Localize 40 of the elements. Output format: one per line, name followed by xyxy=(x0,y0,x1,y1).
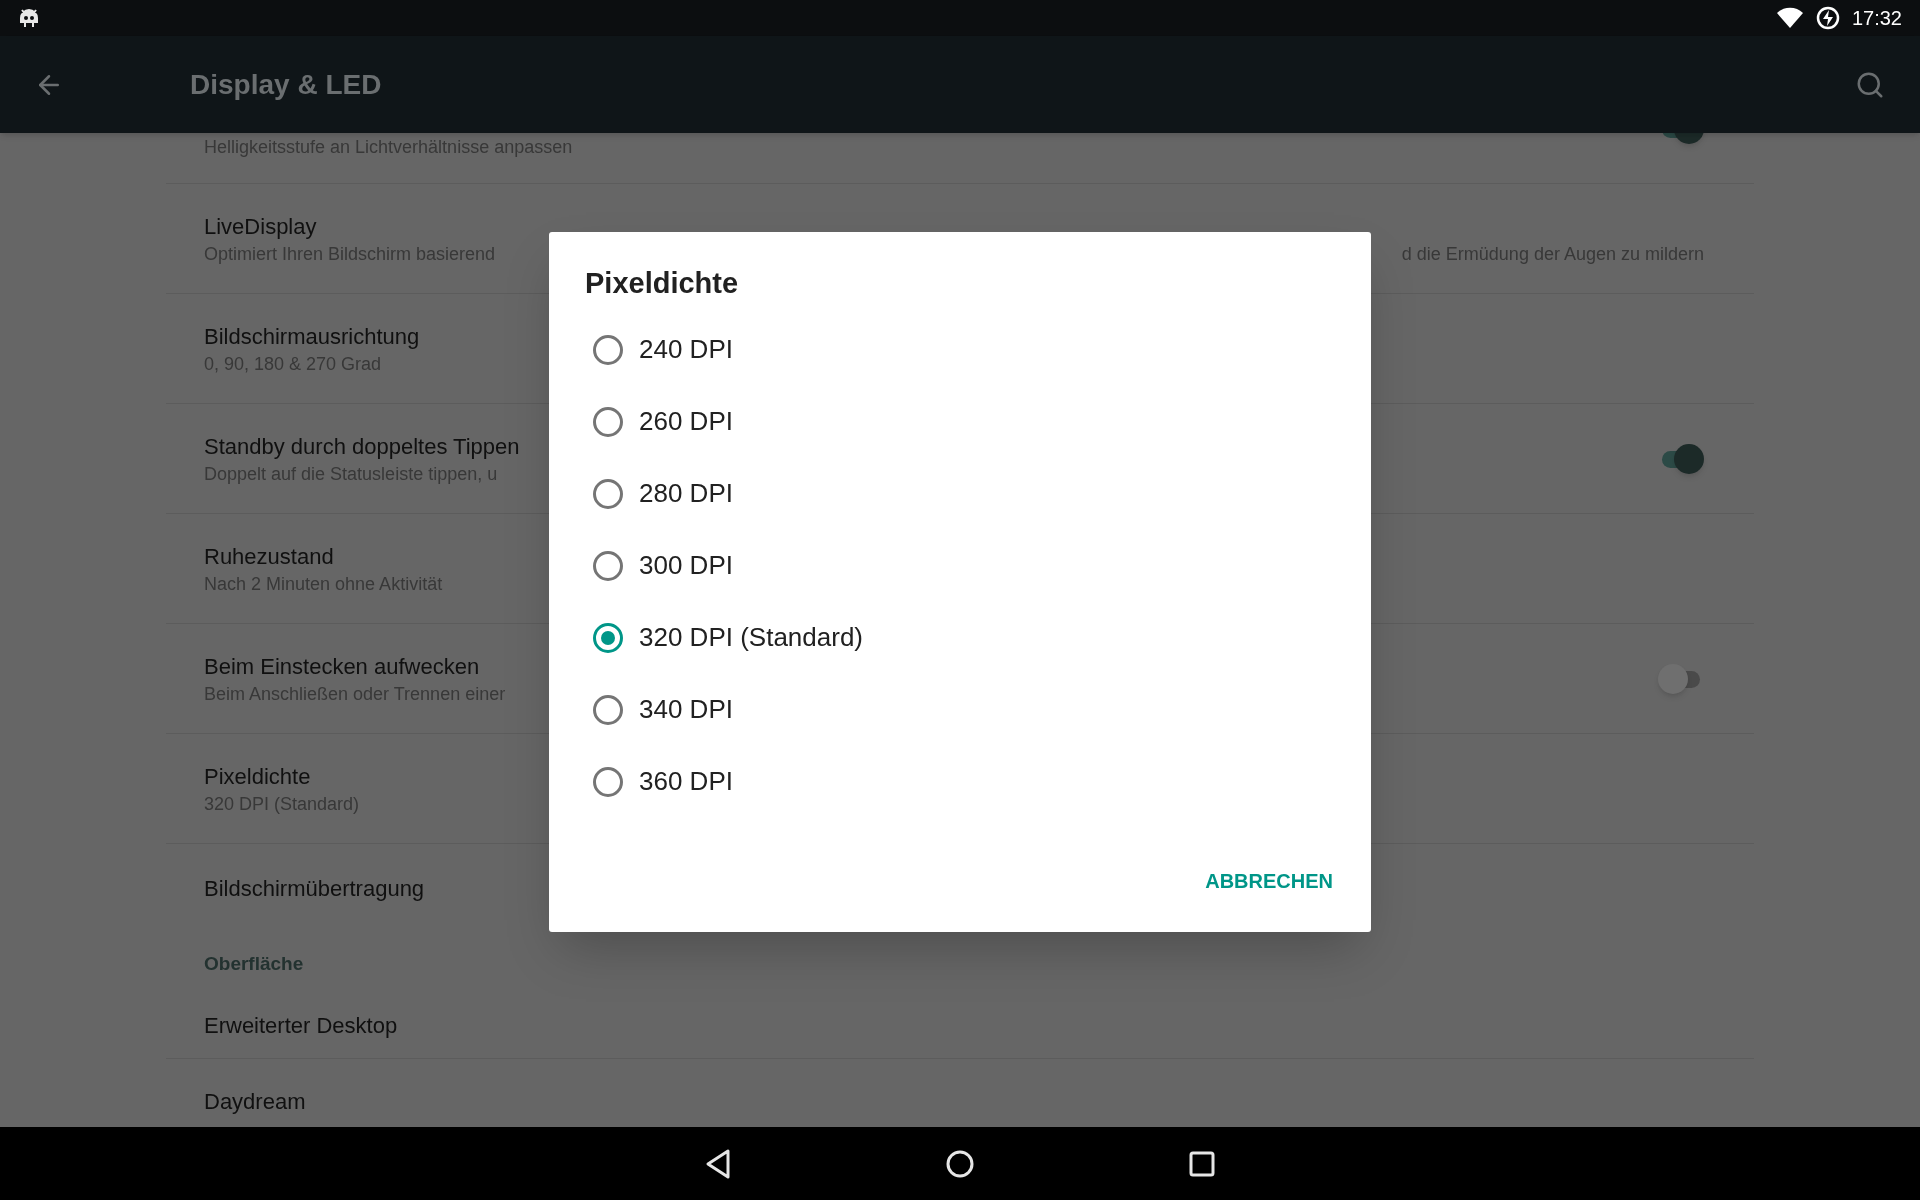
radio-button[interactable] xyxy=(593,622,623,653)
setting-title: Erweiterter Desktop xyxy=(204,1012,398,1040)
radio-label: 260 DPI xyxy=(639,405,733,438)
wifi-icon xyxy=(1775,7,1804,29)
setting-title: Ruhezustand xyxy=(204,542,334,571)
radio-button[interactable] xyxy=(593,550,623,581)
radio-button[interactable] xyxy=(593,334,623,365)
recents-square-icon xyxy=(1189,1150,1215,1177)
radio-label: 280 DPI xyxy=(639,477,733,510)
clock-time: 17:32 xyxy=(1851,6,1902,31)
radio-option[interactable]: 340 DPI xyxy=(593,673,1335,746)
section-header: Oberfläche xyxy=(204,951,304,976)
setting-title: Standby durch doppeltes Tippen xyxy=(204,432,520,461)
radio-button[interactable] xyxy=(593,766,623,797)
toolbar-title: Display & LED xyxy=(190,67,382,102)
battery-charging-icon xyxy=(1815,6,1840,30)
radio-option[interactable]: 260 DPI xyxy=(593,385,1335,458)
radio-option[interactable]: 280 DPI xyxy=(593,457,1335,530)
radio-option[interactable]: 320 DPI (Standard) xyxy=(593,601,1335,674)
radio-option[interactable]: 240 DPI xyxy=(593,313,1335,386)
cancel-button[interactable]: ABBRECHEN xyxy=(1203,860,1335,902)
radio-button[interactable] xyxy=(593,478,623,509)
radio-option[interactable]: 300 DPI xyxy=(593,529,1335,602)
setting-title: Daydream xyxy=(204,1088,306,1116)
radio-button[interactable] xyxy=(593,406,623,437)
back-triangle-icon xyxy=(705,1148,731,1179)
setting-title: Pixeldichte xyxy=(204,762,311,791)
setting-title: Beim Einstecken aufwecken xyxy=(204,652,480,681)
home-circle-icon xyxy=(946,1149,974,1178)
radio-label: 240 DPI xyxy=(639,333,733,366)
dialog-title: Pixeldichte xyxy=(585,266,740,301)
radio-button[interactable] xyxy=(593,694,623,725)
radio-option[interactable]: 360 DPI xyxy=(593,745,1335,818)
radio-label: 300 DPI xyxy=(639,549,733,582)
radio-label: 340 DPI xyxy=(639,693,733,726)
radio-label: 360 DPI xyxy=(639,765,733,798)
setting-title: Bildschirmausrichtung xyxy=(204,322,420,351)
radio-label: 320 DPI (Standard) xyxy=(639,621,863,654)
robot-head-icon xyxy=(18,7,40,29)
setting-title: LiveDisplay xyxy=(204,212,317,241)
